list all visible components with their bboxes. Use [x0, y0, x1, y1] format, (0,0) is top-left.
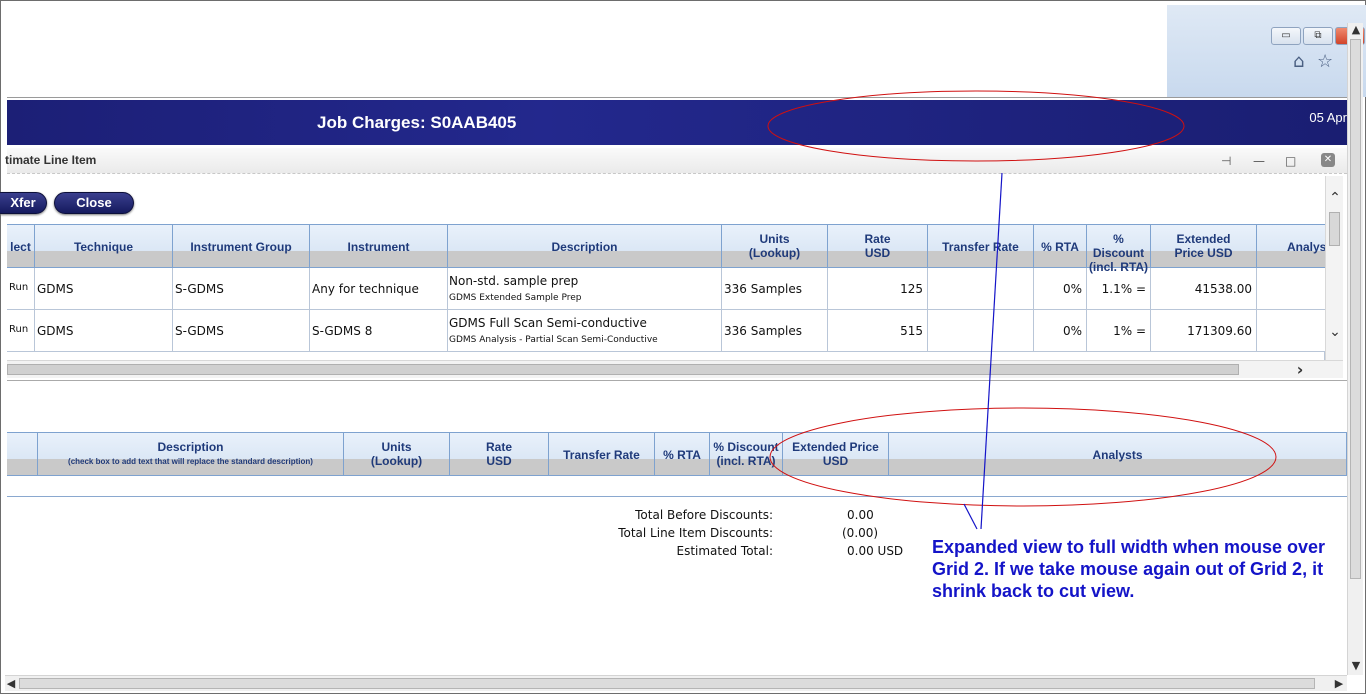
- annotation-ellipse-top: [767, 90, 1185, 162]
- annotation-arrow-line: [963, 503, 978, 530]
- app-window: _ □ ✕ ▭ ⧉ ⌂ ☆ ▲ ▼ ◀ ▶ Job Charges: S0AAB…: [0, 0, 1366, 694]
- annotation-arrow-line: [980, 172, 1003, 530]
- annotation-ellipse-grid2: [769, 407, 1277, 507]
- annotation-text: Expanded view to full width when mouse o…: [932, 537, 1326, 601]
